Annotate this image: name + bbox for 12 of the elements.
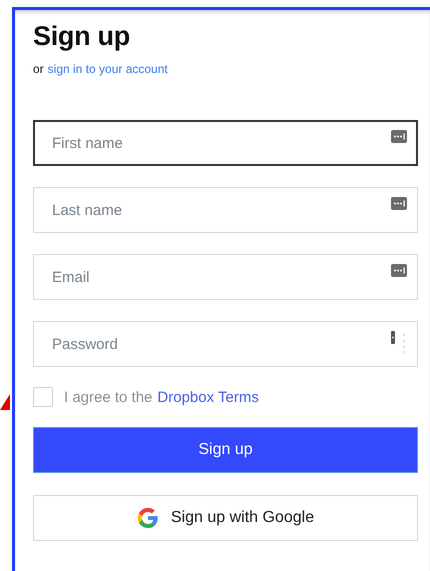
input-field[interactable]: First name: [33, 120, 418, 166]
page-title: Sign up: [33, 20, 131, 53]
pointer-arrow-icon: [0, 394, 10, 410]
terms-link[interactable]: Dropbox Terms: [157, 388, 259, 406]
sign-in-link[interactable]: sign in to your account: [48, 62, 168, 76]
google-sign-up-button[interactable]: Sign up with Google: [33, 495, 418, 541]
terms-checkbox[interactable]: [33, 387, 53, 407]
sign-up-button[interactable]: Sign up: [33, 427, 418, 473]
terms-label: I agree to the: [64, 388, 152, 406]
google-button-label: Sign up with Google: [170, 509, 314, 527]
or-label: or: [33, 62, 44, 76]
google-logo-icon: [136, 507, 159, 529]
